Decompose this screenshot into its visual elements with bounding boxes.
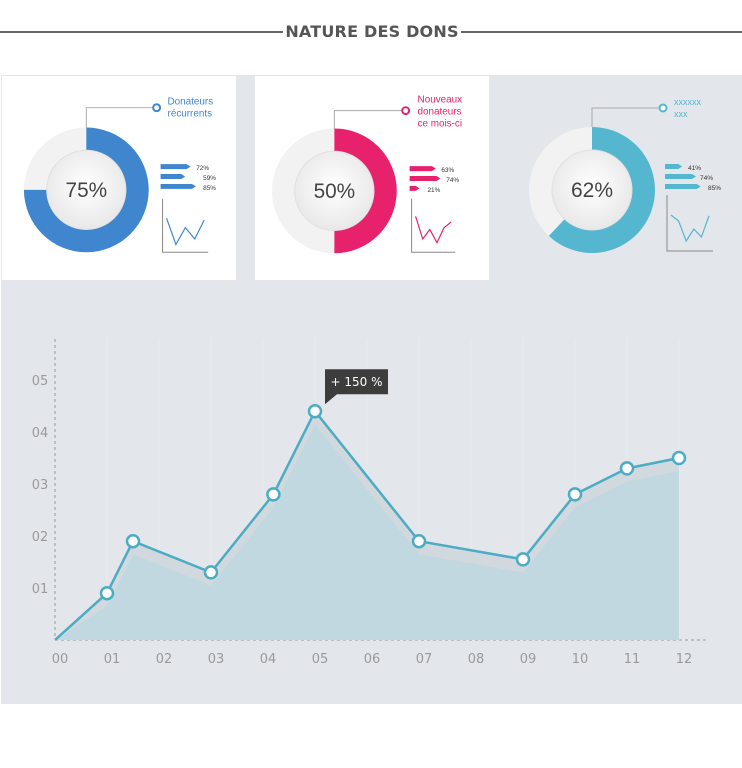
sparkline-line (415, 216, 452, 244)
data-point (619, 461, 635, 476)
y-tick-label: 04 (32, 426, 49, 441)
annotation-text: + 150 % (331, 375, 383, 389)
data-point (567, 487, 583, 502)
sparkline (411, 198, 456, 253)
card-label-line-1: Nouveaux (418, 95, 463, 106)
x-tick-label: 00 (52, 652, 69, 667)
card-label-line-2: xxx (674, 109, 688, 119)
bar-label: 41% (688, 165, 701, 172)
bar-label: 74% (700, 175, 713, 182)
card-label-line-3: ce mois-ci (418, 119, 463, 130)
label-connector (591, 107, 660, 127)
mini-bar (160, 183, 196, 189)
header-rule-right (461, 31, 742, 33)
mini-bar (665, 174, 697, 179)
data-point (411, 533, 427, 549)
x-tick-label: 05 (312, 652, 329, 667)
mini-bar (409, 185, 420, 191)
x-tick-label: 10 (572, 652, 589, 667)
bar-label: 21% (427, 187, 440, 194)
x-tick-label: 09 (520, 652, 537, 667)
label-connector (333, 110, 403, 129)
data-point (515, 552, 531, 567)
bar-label: 74% (446, 177, 459, 184)
sparkline (666, 195, 713, 252)
x-tick-label: 06 (364, 652, 381, 667)
x-tick-labels: 00 01 02 03 04 05 06 07 08 09 10 11 12 (52, 652, 693, 667)
donations-area-chart: 00 01 02 03 04 05 06 07 08 09 10 11 12 01 02 03 04 05 + … (32, 339, 707, 667)
bar-label: 63% (441, 167, 454, 174)
label-connector (85, 107, 154, 128)
mini-bar (665, 184, 701, 189)
sparkline-line (670, 214, 710, 243)
stat-card-third: 62% xxxxxx xxx 41% 74% 85% (507, 75, 742, 281)
label-dot-icon (152, 103, 162, 113)
mini-bar-group: 72% 59% 85% (160, 164, 216, 192)
x-tick-label: 03 (208, 652, 225, 667)
mini-bar-group: 63% 74% 21% (409, 166, 459, 194)
bar-label: 85% (203, 185, 216, 192)
data-point (671, 450, 687, 466)
donut-percent: 50% (314, 180, 356, 203)
data-point (307, 403, 323, 419)
donut-percent: 62% (571, 179, 613, 202)
x-tick-label: 08 (468, 652, 485, 667)
section-title: NATURE DES DONS (285, 22, 459, 41)
x-tick-label: 01 (104, 652, 121, 667)
x-tick-label: 07 (416, 652, 433, 667)
data-point (99, 585, 115, 601)
data-point (266, 487, 281, 502)
sparkline (162, 198, 209, 253)
y-tick-label: 01 (32, 582, 49, 597)
section-header: NATURE DES DONS (0, 20, 742, 44)
data-point (125, 533, 141, 549)
bar-label: 59% (203, 175, 216, 182)
stat-card-new-donors: 50% Nouveaux donateurs ce mois-ci 63% 74… (254, 75, 490, 281)
y-tick-label: 05 (32, 374, 49, 389)
sparkline-line (165, 218, 205, 246)
y-tick-labels: 01 02 03 04 05 (32, 374, 49, 597)
mini-bar (409, 166, 436, 172)
y-tick-label: 02 (32, 530, 49, 545)
mini-bar (160, 164, 191, 170)
mini-bar (409, 176, 441, 181)
bar-label: 72% (196, 165, 209, 172)
mini-bar-group: 41% 74% 85% (665, 164, 721, 192)
donut-percent: 75% (66, 179, 108, 202)
card-label-line-1: xxxxxx (674, 97, 702, 107)
stat-card-recurring-donors: 75% Donateurs récurrents 72% 59% 85% (1, 75, 237, 281)
mini-bar (160, 174, 186, 179)
mini-bar (665, 164, 683, 169)
x-tick-label: 04 (260, 652, 277, 667)
x-tick-label: 11 (624, 652, 641, 667)
y-tick-label: 03 (32, 478, 49, 493)
label-dot-icon (401, 106, 411, 116)
card-label-line-1: Donateurs (168, 97, 214, 108)
x-tick-label: 12 (676, 652, 693, 667)
bar-label: 85% (708, 185, 721, 192)
data-point (203, 565, 219, 580)
peak-annotation: + 150 % (325, 369, 388, 405)
x-tick-label: 02 (156, 652, 173, 667)
header-rule-left (0, 31, 283, 33)
label-dot-icon (658, 103, 668, 113)
card-label-line-2: récurrents (168, 109, 213, 120)
card-label-line-2: donateurs (418, 107, 462, 118)
